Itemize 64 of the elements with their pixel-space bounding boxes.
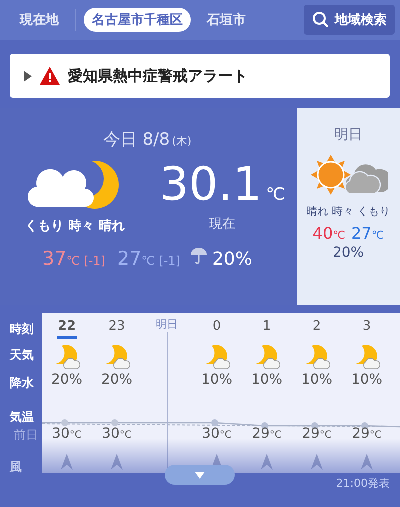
moon-cloud-icon [104,344,130,370]
warning-icon [40,67,60,85]
low-difference: [-1] [159,254,180,268]
row-label: 前日 [14,427,38,444]
expand-arrow-icon [24,70,32,82]
temperature: 29°C [302,426,332,442]
issued-time: 21:00発表 [336,476,390,491]
location-tab[interactable]: 現在地 [12,8,67,32]
temperature: 30°C [52,426,82,442]
low-temperature: 27℃ [117,248,156,270]
day-label: 明日 [156,317,178,332]
current-label: 現在 [210,216,236,233]
moon-cloud-icon [204,344,230,370]
temperature: 29°C [352,426,382,442]
hour-label[interactable]: 1 [257,319,277,339]
low-temperature: 27℃ [352,224,384,243]
sun-cloud-icon [310,154,388,196]
umbrella-icon [190,247,208,265]
wind-arrow-icon [311,454,323,470]
precipitation-chance: 20% [51,372,83,388]
wind-arrow-icon [261,454,273,470]
hour-label[interactable]: 22 [57,319,77,339]
high-temperature: 40℃ [312,224,346,243]
row-label: 風 [10,459,22,476]
hour-label[interactable]: 23 [107,319,127,339]
temperature-unit: ℃ [266,185,286,205]
precipitation-chance: 20% [101,372,133,388]
temperature: 30°C [202,426,232,442]
precipitation-chance: 10% [251,372,283,388]
alert-banner[interactable]: 愛知県熱中症警戒アラート [10,54,390,98]
weather-label: 晴れ 時々 くもり [306,204,390,219]
hour-label[interactable]: 3 [357,319,377,339]
moon-cloud-icon [304,344,330,370]
row-label: 天気 [10,347,34,364]
today-date: 今日 8/8 [103,129,170,151]
row-label: 気温 [10,409,34,426]
precipitation-chance: 10% [201,372,233,388]
precipitation-chance: 20% [212,249,252,270]
hour-label[interactable]: 0 [207,319,227,339]
hour-label[interactable]: 2 [307,319,327,339]
temperature: 29°C [252,426,282,442]
high-difference: [-1] [84,254,106,268]
weekday-label: (木) [172,134,192,149]
moon-cloud-icon [254,344,280,370]
temperature: 30°C [102,426,132,442]
expand-button[interactable] [165,465,235,485]
precipitation-chance: 20% [332,245,364,261]
tomorrow-title: 明日 [334,126,362,144]
row-label: 降水 [10,375,34,392]
weather-label: くもり 時々 晴れ [24,218,126,235]
search-button[interactable]: 地域検索 [304,5,395,35]
location-tab[interactable]: 石垣市 [199,8,254,32]
high-temperature: 37℃ [42,248,80,270]
precipitation-chance: 10% [301,372,333,388]
moon-cloud-icon [354,344,380,370]
precipitation-chance: 10% [351,372,383,388]
moon-cloud-icon [54,344,80,370]
wind-arrow-icon [111,454,123,470]
wind-arrow-icon [361,454,373,470]
search-icon [312,11,330,29]
current-temperature: 30.1 [160,159,262,209]
wind-arrow-icon [61,454,73,470]
location-tab[interactable]: 名古屋市千種区 [84,8,191,32]
row-label: 時刻 [10,321,34,338]
